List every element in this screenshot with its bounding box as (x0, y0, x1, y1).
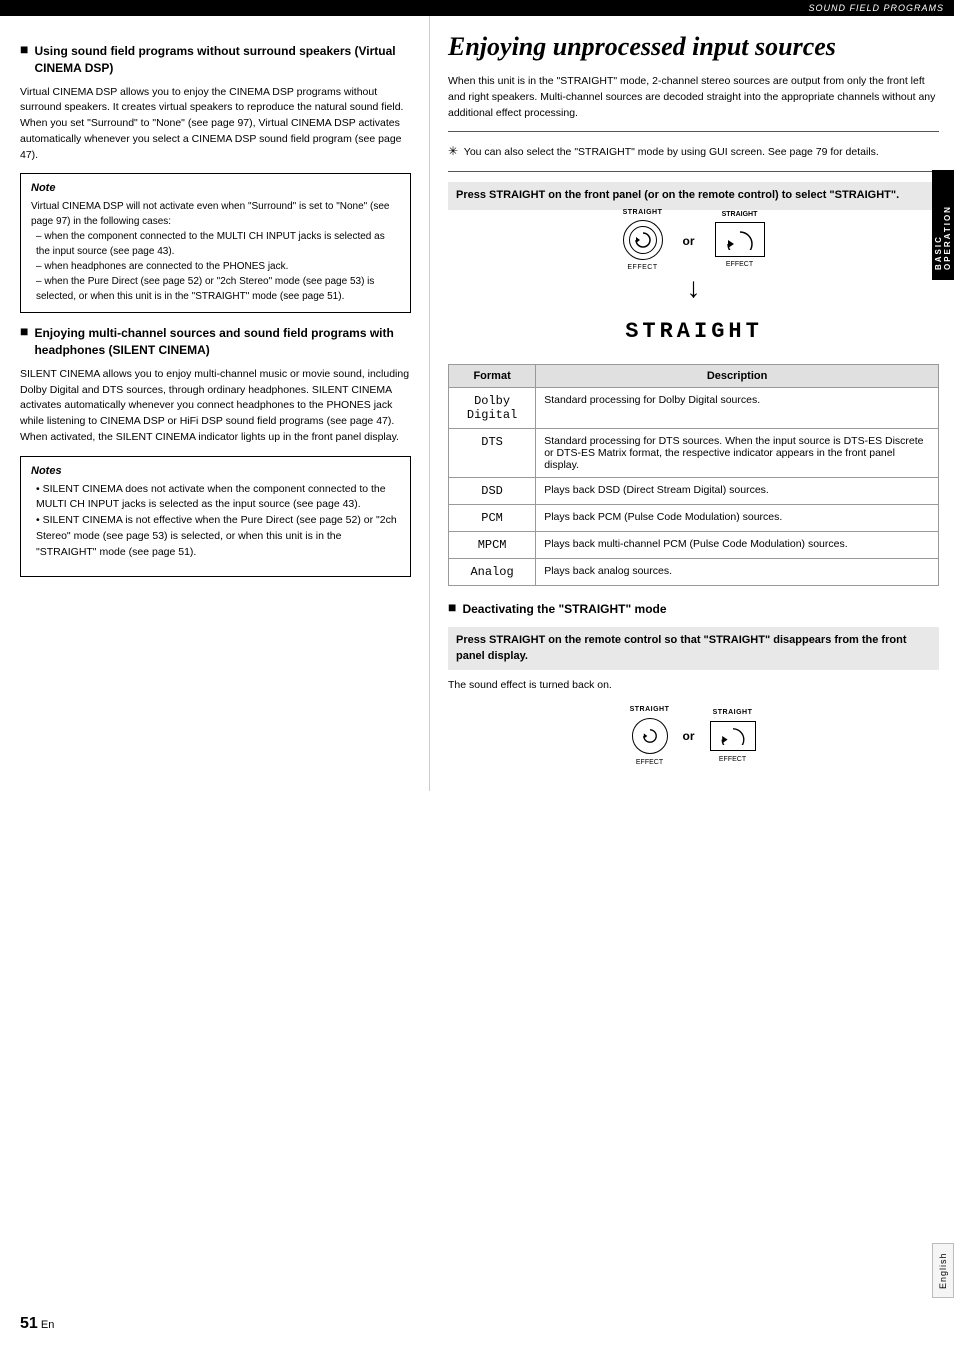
button-circle-inner (629, 226, 657, 254)
deactivating-bullet: ■ (448, 599, 456, 615)
english-sidebar: English (932, 1243, 954, 1298)
btn2-circular-icon (642, 728, 658, 744)
format-analog: Analog (449, 558, 536, 585)
section2-notes: Notes SILENT CINEMA does not activate wh… (20, 456, 411, 578)
format-table: Format Description Dolby Digital Standar… (448, 364, 939, 586)
deactivating-section: ■ Deactivating the "STRAIGHT" mode Press… (448, 601, 939, 768)
section1-heading: ■ Using sound field programs without sur… (20, 43, 411, 77)
btn2-bottom-left: EFFECT (636, 759, 663, 766)
left-column: ■ Using sound field programs without sur… (0, 16, 430, 791)
section1-body: Virtual CINEMA DSP allows you to enjoy t… (20, 85, 411, 164)
btn2-rect (710, 721, 756, 751)
button-circle: STRAIGHT EFFECT (623, 220, 663, 260)
note1-list: when the component connected to the MULT… (31, 229, 400, 304)
format-dolby-digital: Dolby Digital (449, 387, 536, 428)
button-icon-round: STRAIGHT EFFECT (623, 220, 663, 262)
header-format: Format (449, 364, 536, 387)
main-content: ■ Using sound field programs without sur… (0, 16, 954, 791)
note2-list: SILENT CINEMA does not activate when the… (31, 482, 400, 561)
deactivating-result: The sound effect is turned back on. (448, 678, 939, 694)
btn2-top-right: STRAIGHT (713, 709, 753, 716)
tip-text: ✳ You can also select the "STRAIGHT" mod… (448, 142, 939, 161)
note1-title: Note (31, 182, 400, 194)
button-diagram-2: STRAIGHT EFFECT or (448, 704, 939, 768)
or-label: or (683, 234, 695, 248)
btn-top-label-right: STRAIGHT (722, 211, 758, 218)
rect-button-icon (726, 230, 754, 250)
note2-title: Notes (31, 465, 400, 477)
tip-content: You can also select the "STRAIGHT" mode … (464, 146, 879, 158)
btn2-circle (632, 718, 668, 754)
page-number: 51 En (20, 1315, 54, 1333)
section2-body: SILENT CINEMA allows you to enjoy multi-… (20, 367, 411, 446)
button-icon-rect-2: STRAIGHT EFFECT (710, 707, 756, 765)
svg-text:STRAIGHT: STRAIGHT (625, 319, 763, 344)
circular-arrow-icon (634, 231, 652, 249)
table-row: MPCM Plays back multi-channel PCM (Pulse… (449, 531, 939, 558)
btn-top-label-left: STRAIGHT (623, 209, 663, 216)
deactivating-heading: ■ Deactivating the "STRAIGHT" mode (448, 601, 939, 618)
tip-divider (448, 171, 939, 172)
desc-dsd: Plays back DSD (Direct Stream Digital) s… (536, 477, 939, 504)
btn-bottom-label-right: EFFECT (726, 261, 753, 268)
desc-dts: Standard processing for DTS sources. Whe… (536, 428, 939, 477)
section2-bullet: ■ (20, 323, 28, 339)
btn2-rect-icon (720, 727, 746, 745)
table-row: Analog Plays back analog sources. (449, 558, 939, 585)
header-description: Description (536, 364, 939, 387)
table-row: DSD Plays back DSD (Direct Stream Digita… (449, 477, 939, 504)
table-row: Dolby Digital Standard processing for Do… (449, 387, 939, 428)
arrow-down: ↓ (448, 272, 939, 304)
note1-item1: when the component connected to the MULT… (36, 229, 400, 259)
tip-icon: ✳ (448, 142, 458, 160)
page-container: SOUND FIELD PROGRAMS ■ Using sound field… (0, 0, 954, 1348)
note2-item2: SILENT CINEMA is not effective when the … (36, 513, 400, 560)
straight-lcd-display: STRAIGHT (594, 309, 794, 345)
right-title: Enjoying unprocessed input sources (448, 31, 939, 62)
header-bar: SOUND FIELD PROGRAMS (0, 0, 954, 16)
btn2-top-left: STRAIGHT (630, 706, 670, 713)
button-icon-rect: STRAIGHT EFFECT (715, 222, 765, 259)
section1-title: Using sound field programs without surro… (34, 43, 411, 77)
straight-display: STRAIGHT (448, 309, 939, 352)
button-diagram-1: STRAIGHT EFFECT or STRAIGHT (448, 220, 939, 262)
note1-item2: when headphones are connected to the PHO… (36, 259, 400, 274)
button-rect: STRAIGHT EFFECT (715, 222, 765, 257)
format-mpcm: MPCM (449, 531, 536, 558)
deactivating-title: Deactivating the "STRAIGHT" mode (462, 601, 666, 618)
or-label-2: or (683, 729, 695, 743)
basic-operation-label: BASIC OPERATION (934, 180, 952, 270)
press-instruction: Press STRAIGHT on the front panel (or on… (448, 182, 939, 209)
page-num: 51 (20, 1315, 38, 1332)
intro-divider (448, 131, 939, 132)
right-column: Enjoying unprocessed input sources When … (430, 16, 954, 791)
section1-bullet: ■ (20, 41, 28, 57)
header-title: SOUND FIELD PROGRAMS (808, 3, 944, 13)
section1-note: Note Virtual CINEMA DSP will not activat… (20, 173, 411, 313)
desc-mpcm: Plays back multi-channel PCM (Pulse Code… (536, 531, 939, 558)
note1-item3: when the Pure Direct (see page 52) or "2… (36, 274, 400, 304)
page-suffix: En (38, 1319, 55, 1331)
table-row: DTS Standard processing for DTS sources.… (449, 428, 939, 477)
button-icon-round-2: STRAIGHT EFFECT (632, 704, 668, 768)
table-row: PCM Plays back PCM (Pulse Code Modulatio… (449, 504, 939, 531)
section2-title: Enjoying multi-channel sources and sound… (34, 325, 411, 359)
note2-item1: SILENT CINEMA does not activate when the… (36, 482, 400, 514)
right-intro: When this unit is in the "STRAIGHT" mode… (448, 74, 939, 121)
desc-analog: Plays back analog sources. (536, 558, 939, 585)
btn2-bottom-right: EFFECT (719, 756, 746, 763)
desc-pcm: Plays back PCM (Pulse Code Modulation) s… (536, 504, 939, 531)
format-pcm: PCM (449, 504, 536, 531)
note1-body: Virtual CINEMA DSP will not activate eve… (31, 199, 400, 229)
format-dts: DTS (449, 428, 536, 477)
desc-dolby-digital: Standard processing for Dolby Digital so… (536, 387, 939, 428)
english-label: English (938, 1252, 948, 1289)
deactivating-instruction: Press STRAIGHT on the remote control so … (448, 627, 939, 670)
basic-operation-sidebar: BASIC OPERATION (932, 170, 954, 280)
btn-bottom-label-left: EFFECT (627, 264, 657, 271)
format-dsd: DSD (449, 477, 536, 504)
table-header-row: Format Description (449, 364, 939, 387)
section2-heading: ■ Enjoying multi-channel sources and sou… (20, 325, 411, 359)
